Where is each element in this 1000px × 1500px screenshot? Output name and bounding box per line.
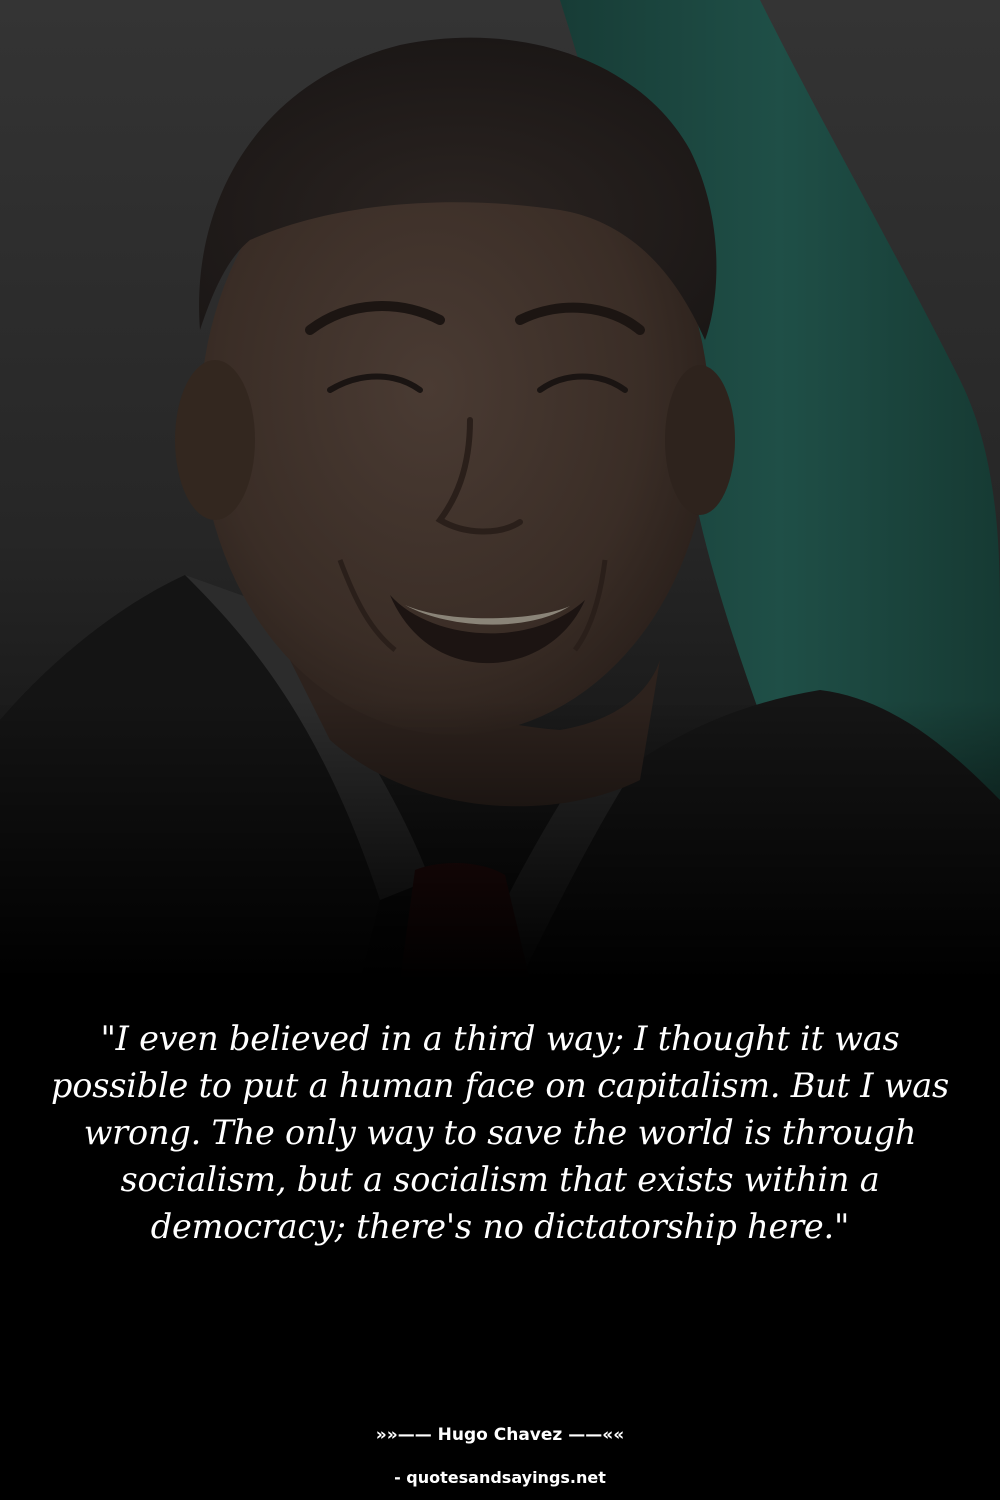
quote-author: »»—— Hugo Chavez ——««	[375, 1425, 625, 1445]
quote-text: "I even believed in a third way; I thoug…	[51, 1019, 949, 1246]
portrait-photo	[0, 0, 1000, 980]
source-credit: - quotesandsayings.net	[394, 1468, 606, 1487]
quote-card: "I even believed in a third way; I thoug…	[0, 0, 1000, 1500]
